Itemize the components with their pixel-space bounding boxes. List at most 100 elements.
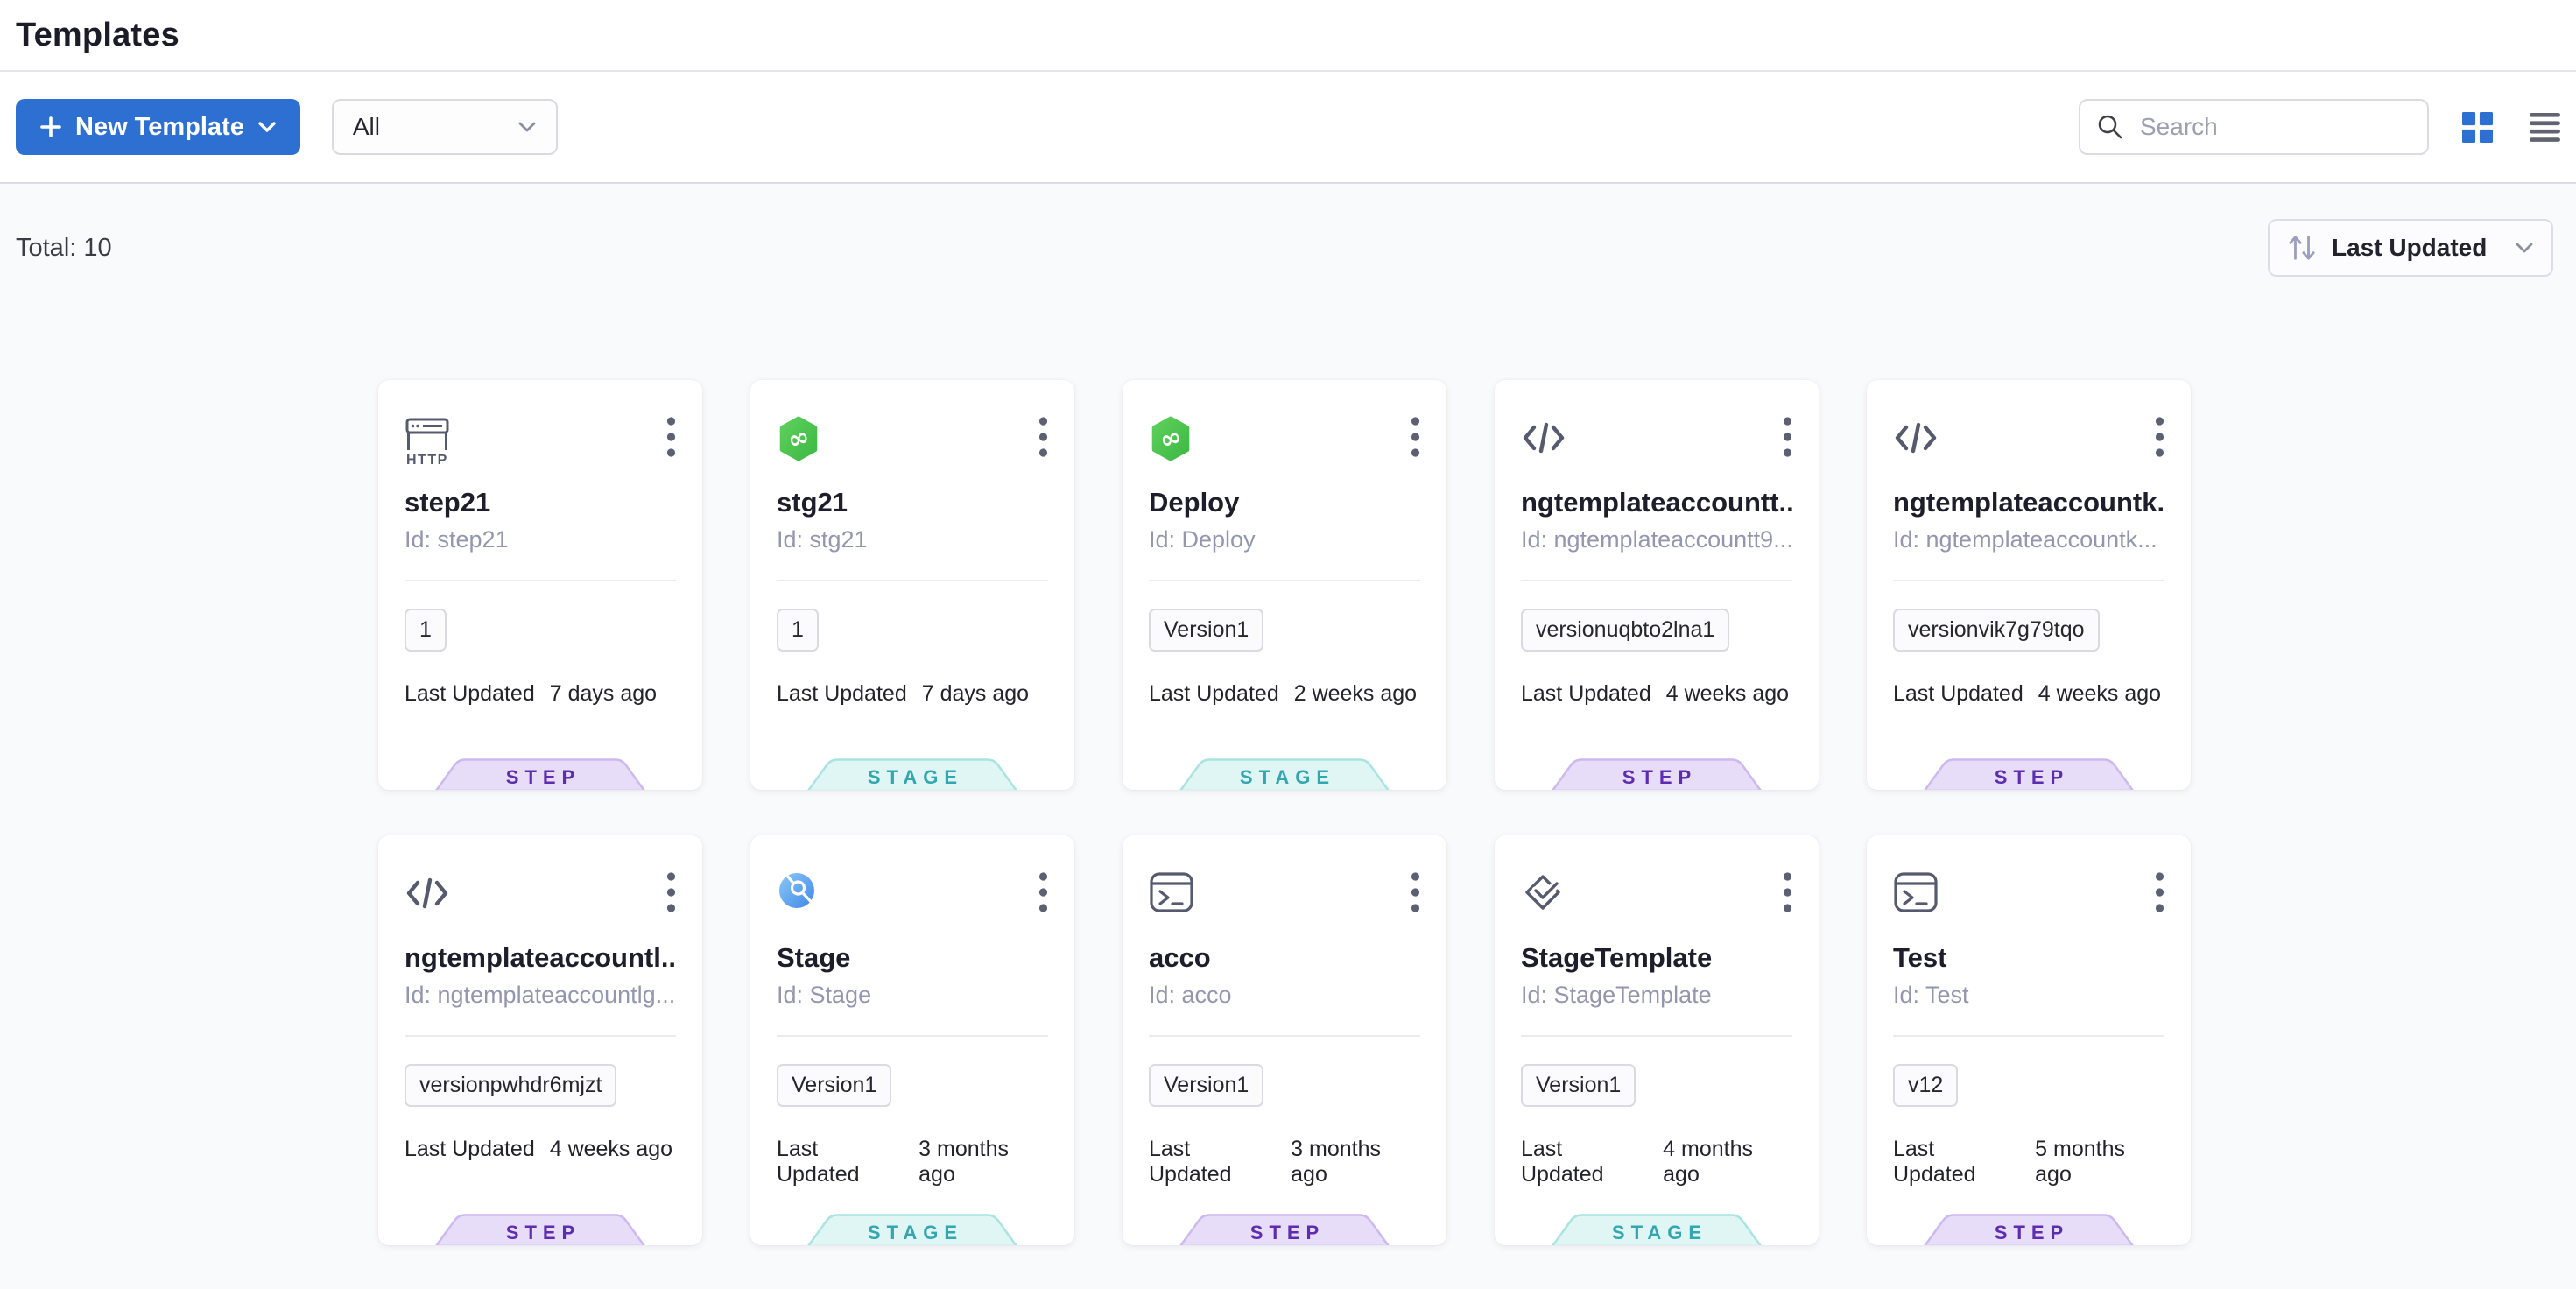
new-template-button[interactable]: New Template xyxy=(16,99,300,155)
filter-dropdown[interactable]: All xyxy=(332,99,558,155)
card-menu-button[interactable] xyxy=(1404,869,1427,916)
template-card[interactable]: acco Id: acco Version1 Last Updated 3 mo… xyxy=(1123,835,1446,1245)
template-name: Test xyxy=(1893,942,2164,974)
template-card[interactable]: ∞ stg21 Id: stg21 1 Last Updated 7 days … xyxy=(750,380,1074,790)
toolbar: New Template All xyxy=(0,72,2576,184)
template-id: Id: step21 xyxy=(405,526,676,553)
version-badge: versionuqbto2lna1 xyxy=(1521,609,1729,652)
version-badge: Version1 xyxy=(1521,1064,1636,1107)
card-menu-button[interactable] xyxy=(1031,413,1055,461)
template-id: Id: StageTemplate xyxy=(1521,982,1792,1009)
kebab-menu-icon xyxy=(666,872,676,912)
card-divider xyxy=(777,580,1048,581)
template-card[interactable]: Stage Id: Stage Version1 Last Updated 3 … xyxy=(750,835,1074,1245)
card-divider xyxy=(777,1035,1048,1037)
custom-stage-icon xyxy=(777,870,817,915)
version-badge: 1 xyxy=(777,609,819,652)
sort-dropdown[interactable]: Last Updated xyxy=(2268,219,2553,277)
template-type-label: STEP xyxy=(1179,1214,1390,1245)
svg-text:HTTP: HTTP xyxy=(406,453,448,466)
card-divider xyxy=(1521,580,1792,581)
kebab-menu-icon xyxy=(1783,872,1792,912)
template-id: Id: Stage xyxy=(777,982,1048,1009)
last-updated: Last Updated 2 weeks ago xyxy=(1149,681,1420,707)
template-card[interactable]: ngtemplateaccountl... Id: ngtemplateacco… xyxy=(378,835,702,1245)
template-name: Stage xyxy=(777,942,1048,974)
template-name: stg21 xyxy=(777,487,1048,518)
last-updated-label: Last Updated xyxy=(1149,1137,1276,1187)
grid-view-button[interactable] xyxy=(2459,109,2496,146)
template-card[interactable]: ngtemplateaccountk... Id: ngtemplateacco… xyxy=(1867,380,2191,790)
last-updated-label: Last Updated xyxy=(1521,681,1651,707)
last-updated-label: Last Updated xyxy=(405,681,535,707)
plus-icon xyxy=(39,116,62,138)
template-name: Deploy xyxy=(1149,487,1420,518)
last-updated: Last Updated 5 months ago xyxy=(1893,1137,2164,1187)
kebab-menu-icon xyxy=(1411,417,1420,457)
total-count: Total: 10 xyxy=(16,234,112,263)
template-id: Id: ngtemplateaccountk... xyxy=(1893,526,2164,553)
card-menu-button[interactable] xyxy=(1031,869,1055,916)
kebab-menu-icon xyxy=(1411,872,1420,912)
chevron-down-icon xyxy=(257,121,277,133)
template-type-label: STEP xyxy=(1924,1214,2134,1245)
template-type-ribbon: STEP xyxy=(435,758,645,790)
version-badge: v12 xyxy=(1893,1064,1958,1107)
code-icon xyxy=(1893,415,1939,465)
version-badge: Version1 xyxy=(1149,609,1263,652)
template-id: Id: stg21 xyxy=(777,526,1048,553)
last-updated-value: 2 weeks ago xyxy=(1294,681,1417,707)
last-updated: Last Updated 3 months ago xyxy=(1149,1137,1420,1187)
card-menu-button[interactable] xyxy=(2148,413,2171,461)
template-card[interactable]: StageTemplate Id: StageTemplate Version1… xyxy=(1495,835,1819,1245)
template-cards-grid: HTTP step21 Id: step21 1 Last Updated 7 … xyxy=(378,380,2191,1245)
cd-stage-icon: ∞ xyxy=(1149,415,1193,467)
template-card[interactable]: HTTP step21 Id: step21 1 Last Updated 7 … xyxy=(378,380,702,790)
card-menu-button[interactable] xyxy=(659,869,683,916)
card-menu-button[interactable] xyxy=(2148,869,2171,916)
last-updated: Last Updated 4 months ago xyxy=(1521,1137,1792,1187)
new-template-label: New Template xyxy=(75,113,244,142)
last-updated-value: 7 days ago xyxy=(922,681,1029,707)
last-updated: Last Updated 4 weeks ago xyxy=(405,1137,676,1162)
last-updated-label: Last Updated xyxy=(1521,1137,1648,1187)
template-type-label: STAGE xyxy=(807,758,1017,790)
template-card[interactable]: Test Id: Test v12 Last Updated 5 months … xyxy=(1867,835,2191,1245)
last-updated-value: 5 months ago xyxy=(2035,1137,2164,1187)
template-type-ribbon: STAGE xyxy=(807,758,1017,790)
list-view-icon xyxy=(2530,113,2560,142)
cd-stage-icon: ∞ xyxy=(777,415,820,467)
template-id: Id: Test xyxy=(1893,982,2164,1009)
kebab-menu-icon xyxy=(2155,872,2164,912)
card-menu-button[interactable] xyxy=(1404,413,1427,461)
template-id: Id: ngtemplateaccountlg... xyxy=(405,982,676,1009)
search-input[interactable] xyxy=(2138,112,2411,142)
chevron-down-icon xyxy=(517,121,537,133)
approval-stage-icon xyxy=(1521,870,1565,919)
search-box[interactable] xyxy=(2079,99,2429,155)
code-icon xyxy=(1521,415,1566,465)
last-updated-value: 3 months ago xyxy=(1291,1137,1420,1187)
version-badge: Version1 xyxy=(777,1064,891,1107)
page-title: Templates xyxy=(16,17,179,54)
template-type-label: STEP xyxy=(435,1214,645,1245)
card-divider xyxy=(405,580,676,581)
terminal-icon xyxy=(1149,870,1194,919)
template-card[interactable]: ngtemplateaccountt... Id: ngtemplateacco… xyxy=(1495,380,1819,790)
list-view-button[interactable] xyxy=(2526,109,2564,145)
template-type-ribbon: STAGE xyxy=(1179,758,1390,790)
template-id: Id: Deploy xyxy=(1149,526,1420,553)
last-updated-label: Last Updated xyxy=(405,1137,535,1162)
card-menu-button[interactable] xyxy=(659,413,683,461)
last-updated: Last Updated 7 days ago xyxy=(777,681,1048,707)
kebab-menu-icon xyxy=(1038,872,1048,912)
card-divider xyxy=(405,1035,676,1037)
last-updated: Last Updated 4 weeks ago xyxy=(1521,681,1792,707)
card-menu-button[interactable] xyxy=(1776,869,1799,916)
template-card[interactable]: ∞ Deploy Id: Deploy Version1 Last Update… xyxy=(1123,380,1446,790)
template-type-ribbon: STAGE xyxy=(807,1214,1017,1245)
template-type-label: STEP xyxy=(1924,758,2134,790)
card-menu-button[interactable] xyxy=(1776,413,1799,461)
template-name: StageTemplate xyxy=(1521,942,1792,974)
template-type-label: STEP xyxy=(1552,758,1762,790)
